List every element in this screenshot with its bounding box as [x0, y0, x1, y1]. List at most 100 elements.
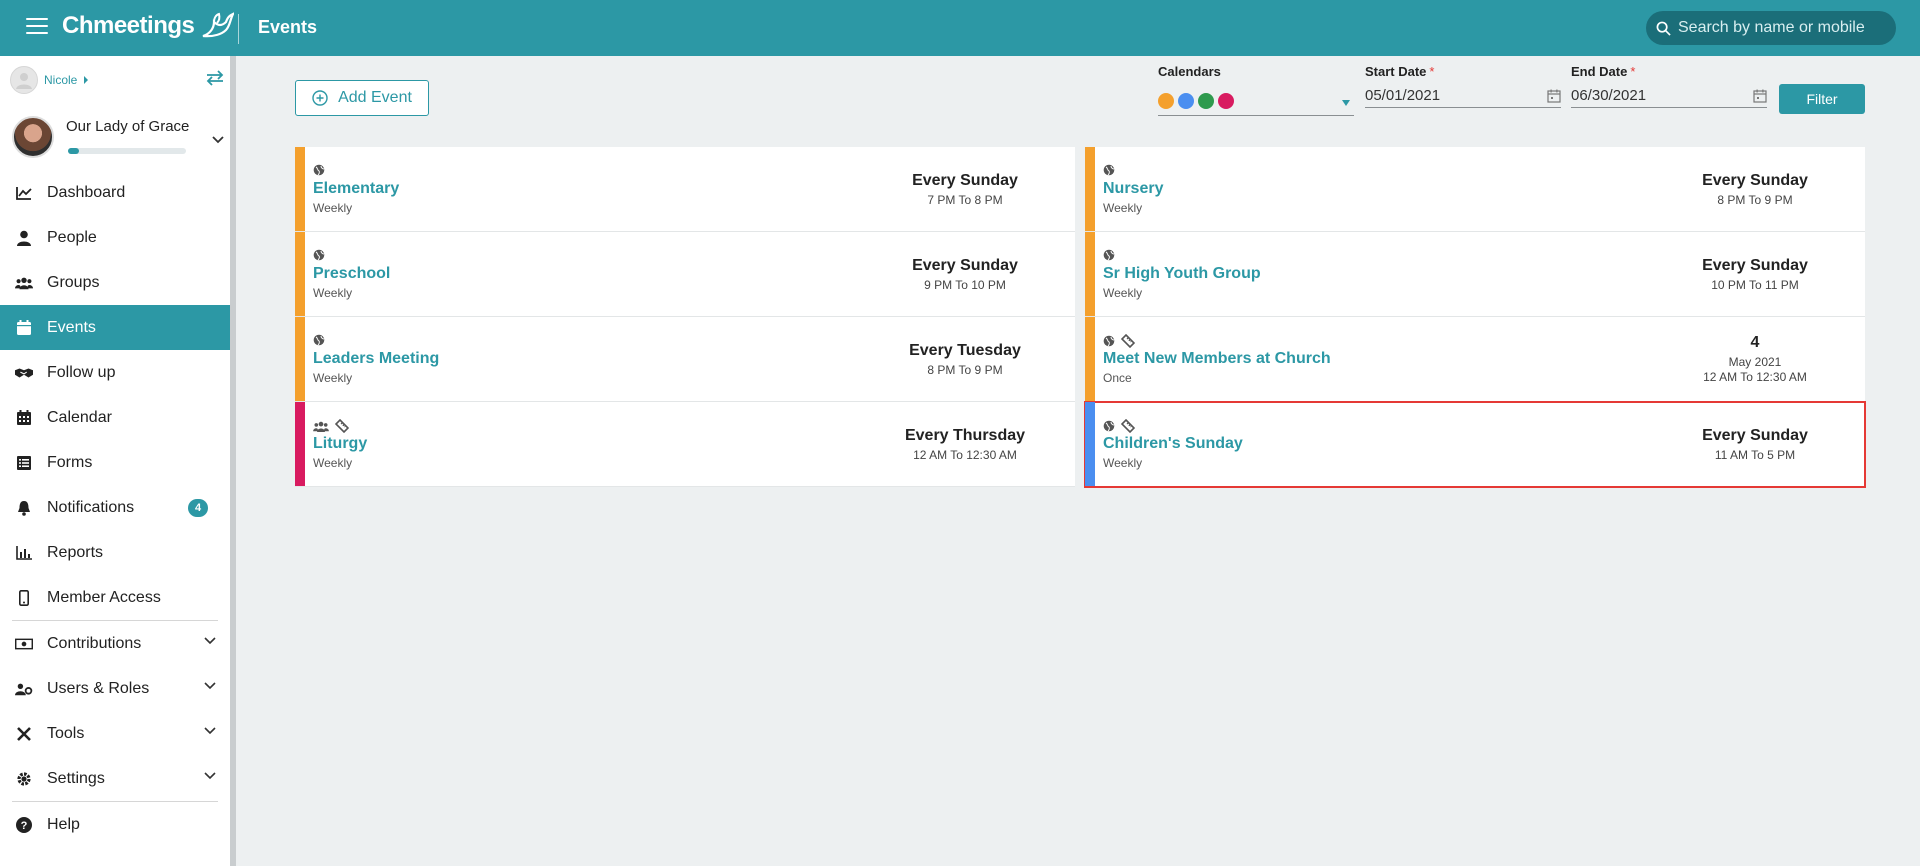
event-name[interactable]: Leaders Meeting	[313, 350, 439, 368]
calendar-icon	[15, 319, 33, 337]
dropdown-caret-icon[interactable]	[1342, 100, 1350, 106]
sidebar-item-dashboard[interactable]: Dashboard	[0, 170, 230, 215]
sidebar-item-forms[interactable]: Forms	[0, 440, 230, 485]
ticket-icon	[1121, 419, 1135, 433]
calendar-color-dot	[1158, 92, 1174, 109]
event-card[interactable]: Children's Sunday Weekly Every Sunday 11 AM…	[1084, 401, 1866, 488]
calendar-color-bar	[295, 402, 305, 486]
event-schedule: Every Sunday 8 PM To 9 PM	[1675, 172, 1835, 207]
search-icon	[1656, 21, 1671, 36]
sidebar-item-groups[interactable]: Groups	[0, 260, 230, 305]
sidebar-item-member-access[interactable]: Member Access	[0, 575, 230, 620]
switch-arrows-icon[interactable]	[206, 70, 224, 86]
event-frequency: Weekly	[313, 371, 353, 385]
sidebar-item-label: Settings	[47, 769, 105, 787]
start-date-input[interactable]: 05/01/2021	[1365, 84, 1561, 108]
globe-icon	[1103, 164, 1115, 176]
users-icon	[15, 274, 33, 292]
end-date-field[interactable]: End Date * 06/30/2021	[1571, 64, 1767, 108]
search-input[interactable]	[1678, 19, 1888, 37]
event-card[interactable]: Preschool Weekly Every Sunday 9 PM To 10 PM	[295, 232, 1075, 317]
user-menu[interactable]: Nicole	[10, 66, 89, 94]
calendar-picker-icon[interactable]	[1547, 89, 1561, 103]
sidebar-item-calendar[interactable]: Calendar	[0, 395, 230, 440]
event-name[interactable]: Liturgy	[313, 435, 367, 453]
menu-icon[interactable]	[26, 18, 48, 36]
calendar-color-dot	[1198, 92, 1214, 109]
event-day: Every Tuesday	[909, 342, 1021, 359]
tools-icon	[15, 725, 33, 743]
event-frequency: Weekly	[313, 201, 353, 215]
event-time: 9 PM To 10 PM	[924, 278, 1006, 292]
event-name[interactable]: Preschool	[313, 265, 390, 283]
calendar-color-dot	[1218, 92, 1234, 109]
event-card[interactable]: Meet New Members at Church Once 4 May 2021 1…	[1085, 317, 1865, 402]
users-icon	[313, 421, 329, 432]
user-name: Nicole	[44, 73, 78, 87]
caret-right-icon	[84, 76, 89, 84]
globe-icon	[313, 249, 325, 261]
org-name: Our Lady of Grace	[66, 118, 190, 135]
event-name[interactable]: Children's Sunday	[1103, 435, 1243, 453]
event-time: 12 AM To 12:30 AM	[1703, 370, 1807, 384]
filter-button[interactable]: Filter	[1779, 84, 1865, 114]
calendar-color-dot	[1178, 92, 1194, 109]
sidebar-item-label: Notifications	[47, 498, 135, 516]
global-search[interactable]	[1646, 11, 1896, 45]
event-frequency: Once	[1103, 371, 1132, 385]
event-time: 10 PM To 11 PM	[1711, 278, 1799, 292]
sidebar-item-people[interactable]: People	[0, 215, 230, 260]
start-date-field[interactable]: Start Date * 05/01/2021	[1365, 64, 1561, 108]
sidebar-item-settings[interactable]: Settings	[0, 756, 230, 801]
add-event-button[interactable]: Add Event	[295, 80, 429, 116]
event-schedule: Every Sunday 11 AM To 5 PM	[1675, 427, 1835, 462]
chevron-down-icon[interactable]	[204, 682, 216, 690]
sidebar-item-contributions[interactable]: Contributions	[0, 621, 230, 666]
event-card[interactable]: Elementary Weekly Every Sunday 7 PM To 8 PM	[295, 147, 1075, 232]
page-title: Events	[258, 17, 318, 37]
event-frequency: Weekly	[1103, 201, 1143, 215]
calendar-picker-icon[interactable]	[1753, 89, 1767, 103]
end-date-input[interactable]: 06/30/2021	[1571, 84, 1767, 108]
chevron-down-icon[interactable]	[204, 637, 216, 645]
event-card[interactable]: Sr High Youth Group Weekly Every Sunday 10 …	[1085, 232, 1865, 317]
required-mark: *	[1429, 64, 1435, 79]
sidebar-item-reports[interactable]: Reports	[0, 530, 230, 575]
sidebar-item-label: Forms	[47, 453, 93, 471]
sidebar-item-users-roles[interactable]: Users & Roles	[0, 666, 230, 711]
mobile-icon	[15, 589, 33, 607]
chevron-down-icon[interactable]	[204, 727, 216, 735]
chevron-down-icon[interactable]	[204, 772, 216, 780]
event-time: 12 AM To 12:30 AM	[913, 448, 1017, 462]
sidebar-item-label: People	[47, 228, 97, 246]
event-name[interactable]: Meet New Members at Church	[1103, 350, 1331, 368]
sidebar-item-notifications[interactable]: Notifications 4	[0, 485, 230, 530]
calendar-color-bar	[1085, 317, 1095, 401]
event-name[interactable]: Elementary	[313, 180, 399, 198]
chevron-down-icon[interactable]	[212, 136, 224, 144]
app-logo[interactable]: Chmeetings	[62, 12, 235, 40]
event-name[interactable]: Nursery	[1103, 180, 1163, 198]
avatar	[10, 66, 38, 94]
event-card[interactable]: Liturgy Weekly Every Thursday 12 AM To 12:3…	[295, 402, 1075, 487]
event-name[interactable]: Sr High Youth Group	[1103, 265, 1261, 283]
sidebar-item-follow-up[interactable]: Follow up	[0, 350, 230, 395]
organization-switcher[interactable]: Our Lady of Grace	[12, 116, 230, 164]
sidebar-item-label: Reports	[47, 543, 104, 561]
sidebar-item-help[interactable]: ? Help	[0, 802, 230, 847]
event-schedule: Every Thursday 12 AM To 12:30 AM	[885, 427, 1045, 462]
gear-icon	[15, 770, 33, 788]
top-bar: Chmeetings Events	[0, 0, 1920, 56]
event-card[interactable]: Leaders Meeting Weekly Every Tuesday 8 PM T…	[295, 317, 1075, 402]
sidebar-item-label: Tools	[47, 724, 85, 742]
event-day: Every Sunday	[912, 172, 1018, 189]
start-date-label-text: Start Date	[1365, 64, 1427, 79]
user-placeholder-icon	[16, 73, 32, 89]
event-icons	[1103, 249, 1115, 261]
event-schedule: Every Sunday 10 PM To 11 PM	[1675, 257, 1835, 292]
event-card[interactable]: Nursery Weekly Every Sunday 8 PM To 9 PM	[1085, 147, 1865, 232]
calendar-color-dots	[1158, 90, 1354, 116]
sidebar-item-tools[interactable]: Tools	[0, 711, 230, 756]
sidebar-item-events[interactable]: Events	[0, 305, 230, 350]
calendars-select[interactable]: Calendars	[1158, 64, 1354, 116]
